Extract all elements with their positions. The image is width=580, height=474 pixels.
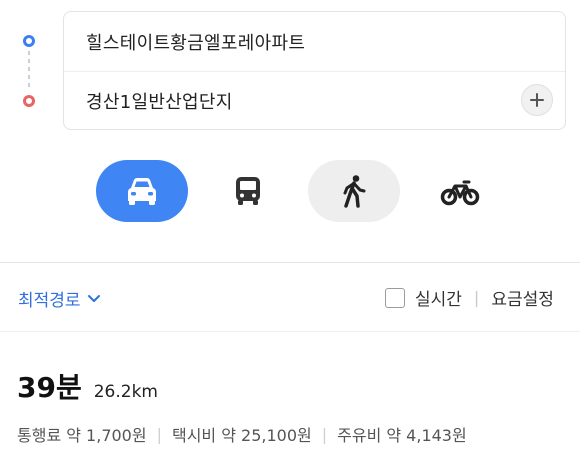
cost-separator: | — [156, 424, 162, 444]
option-separator: | — [473, 288, 480, 307]
bus-icon — [236, 177, 260, 205]
destination-marker-icon — [23, 95, 35, 107]
cost-separator: | — [321, 424, 328, 444]
route-input-box: 힐스테이트황금엘포레아파트 경산1일반산업단지 — [63, 11, 566, 130]
realtime-label[interactable]: 실시간 — [415, 285, 462, 310]
mode-walk-button[interactable] — [308, 160, 400, 222]
car-icon — [128, 178, 156, 205]
fuel-cost: 주유비 약 4,143원 — [337, 426, 467, 445]
distance-text: 26.2km — [93, 382, 158, 402]
route-summary: 39분 26.2km — [17, 366, 158, 406]
add-waypoint-button[interactable] — [521, 84, 553, 116]
walking-icon — [343, 175, 366, 208]
origin-field[interactable]: 힐스테이트황금엘포레아파트 — [64, 12, 565, 72]
mode-car-button[interactable] — [96, 160, 188, 222]
section-divider — [0, 331, 580, 332]
chevron-down-icon — [87, 294, 100, 302]
bicycle-icon — [440, 180, 480, 206]
cost-summary: 통행료 약 1,700원 | 택시비 약 25,100원 | 주유비 약 4,1… — [17, 422, 467, 446]
toll-cost: 통행료 약 1,700원 — [17, 426, 147, 445]
sort-label: 최적경로 — [18, 291, 81, 311]
realtime-checkbox[interactable] — [385, 287, 405, 308]
mode-bike-button[interactable] — [418, 160, 502, 222]
origin-marker-icon — [23, 35, 35, 47]
plus-icon — [530, 93, 544, 107]
section-divider — [0, 262, 580, 263]
route-connector-line — [28, 51, 30, 91]
mode-bus-button[interactable] — [206, 160, 290, 222]
realtime-options: 실시간 | 요금설정 — [385, 285, 554, 310]
origin-text: 힐스테이트황금엘포레아파트 — [86, 32, 306, 54]
sort-dropdown[interactable]: 최적경로 — [18, 286, 101, 311]
destination-text: 경산1일반산업단지 — [86, 91, 233, 113]
fare-setting-button[interactable]: 요금설정 — [491, 285, 554, 310]
destination-field[interactable]: 경산1일반산업단지 — [64, 71, 565, 130]
duration-text: 39분 — [17, 371, 82, 404]
taxi-cost: 택시비 약 25,100원 — [171, 426, 312, 445]
